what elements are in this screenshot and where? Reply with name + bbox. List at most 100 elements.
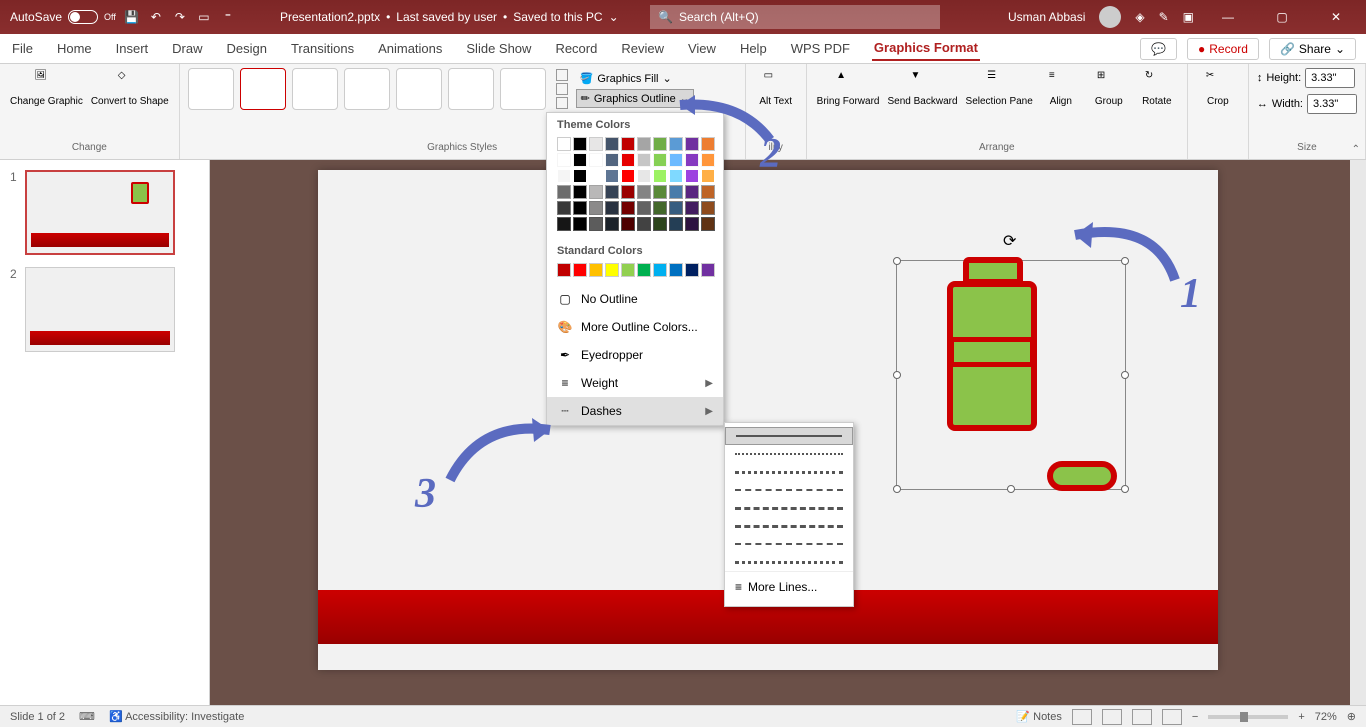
search-input[interactable] [679,10,932,24]
search-box[interactable]: 🔍 [650,5,940,29]
tab-wpspdf[interactable]: WPS PDF [789,37,852,60]
color-swatch[interactable] [669,263,683,277]
color-swatch[interactable] [685,169,699,183]
resize-handle[interactable] [893,371,901,379]
convert-to-shape-button[interactable]: ◇Convert to Shape [89,68,171,109]
color-swatch[interactable] [557,263,571,277]
color-swatch[interactable] [669,169,683,183]
color-swatch[interactable] [605,217,619,231]
color-swatch[interactable] [637,201,651,215]
gallery-more-icon[interactable] [556,97,568,109]
window-mode-icon[interactable]: ▣ [1183,10,1194,24]
style-thumb[interactable] [448,68,494,110]
color-swatch[interactable] [653,137,667,151]
color-swatch[interactable] [589,153,603,167]
color-swatch[interactable] [573,263,587,277]
graphics-styles-gallery[interactable] [188,68,570,110]
dash-option[interactable] [725,535,853,553]
reading-view-button[interactable] [1132,709,1152,725]
width-input[interactable] [1307,94,1357,114]
color-swatch[interactable] [557,153,571,167]
undo-icon[interactable]: ↶ [148,9,164,25]
dash-option[interactable] [725,517,853,535]
gallery-down-icon[interactable] [556,83,568,95]
color-swatch[interactable] [605,185,619,199]
tab-help[interactable]: Help [738,37,769,60]
user-name[interactable]: Usman Abbasi [1008,10,1085,24]
dash-option-solid[interactable] [725,427,853,445]
color-swatch[interactable] [557,137,571,151]
collapse-ribbon-icon[interactable]: ⌃ [1352,144,1360,155]
color-swatch[interactable] [573,153,587,167]
group-button[interactable]: ⊞Group [1087,68,1131,109]
alt-text-button[interactable]: ▭Alt Text [754,68,798,109]
magic-icon[interactable]: ✎ [1159,10,1169,24]
change-graphic-button[interactable]: 🖼Change Graphic [8,68,85,109]
crop-button[interactable]: ✂Crop [1196,68,1240,109]
zoom-in-button[interactable]: + [1298,711,1304,723]
present-icon[interactable]: ▭ [196,9,212,25]
color-swatch[interactable] [621,201,635,215]
resize-handle[interactable] [893,257,901,265]
color-swatch[interactable] [589,185,603,199]
style-thumb[interactable] [500,68,546,110]
style-thumb[interactable] [240,68,286,110]
zoom-value[interactable]: 72% [1315,711,1337,723]
color-swatch[interactable] [637,185,651,199]
color-swatch[interactable] [669,153,683,167]
resize-handle[interactable] [893,485,901,493]
color-swatch[interactable] [701,185,715,199]
color-swatch[interactable] [589,263,603,277]
color-swatch[interactable] [573,137,587,151]
close-button[interactable]: ✕ [1316,0,1356,34]
chevron-down-icon[interactable]: ⌄ [609,10,619,24]
dash-option[interactable] [725,481,853,499]
tab-slideshow[interactable]: Slide Show [464,37,533,60]
minimize-button[interactable]: — [1208,0,1248,34]
color-swatch[interactable] [653,217,667,231]
maximize-button[interactable]: ▢ [1262,0,1302,34]
color-swatch[interactable] [637,153,651,167]
color-swatch[interactable] [669,137,683,151]
accessibility-status[interactable]: ♿ Accessibility: Investigate [109,710,244,723]
comments-button[interactable]: 💬 [1140,38,1177,60]
color-swatch[interactable] [685,153,699,167]
color-swatch[interactable] [589,201,603,215]
tab-animations[interactable]: Animations [376,37,444,60]
tab-insert[interactable]: Insert [114,37,151,60]
align-button[interactable]: ≡Align [1039,68,1083,109]
color-swatch[interactable] [637,137,651,151]
color-swatch[interactable] [653,169,667,183]
color-swatch[interactable] [557,169,571,183]
color-swatch[interactable] [701,201,715,215]
color-swatch[interactable] [653,263,667,277]
tab-record[interactable]: Record [553,37,599,60]
zoom-slider[interactable] [1208,715,1288,719]
color-swatch[interactable] [621,263,635,277]
color-swatch[interactable] [605,169,619,183]
notes-button[interactable]: 📝 Notes [1016,710,1062,723]
slide-thumbnail-1[interactable] [25,170,175,255]
tab-review[interactable]: Review [619,37,666,60]
dash-option[interactable] [725,553,853,571]
color-swatch[interactable] [701,217,715,231]
color-swatch[interactable] [573,217,587,231]
color-swatch[interactable] [589,169,603,183]
more-outline-colors-item[interactable]: 🎨More Outline Colors... [547,313,723,341]
color-swatch[interactable] [701,137,715,151]
style-thumb[interactable] [188,68,234,110]
tab-graphics-format[interactable]: Graphics Format [872,36,980,61]
zoom-out-button[interactable]: − [1192,711,1198,723]
color-swatch[interactable] [653,201,667,215]
normal-view-button[interactable] [1072,709,1092,725]
color-swatch[interactable] [669,217,683,231]
graphics-outline-button[interactable]: ✏Graphics Outline ⌄ [576,89,694,108]
color-swatch[interactable] [685,137,699,151]
color-swatch[interactable] [637,217,651,231]
color-swatch[interactable] [589,137,603,151]
language-button[interactable]: ⌨ [79,710,95,723]
color-swatch[interactable] [605,137,619,151]
color-swatch[interactable] [557,185,571,199]
color-swatch[interactable] [621,169,635,183]
tab-design[interactable]: Design [225,37,269,60]
